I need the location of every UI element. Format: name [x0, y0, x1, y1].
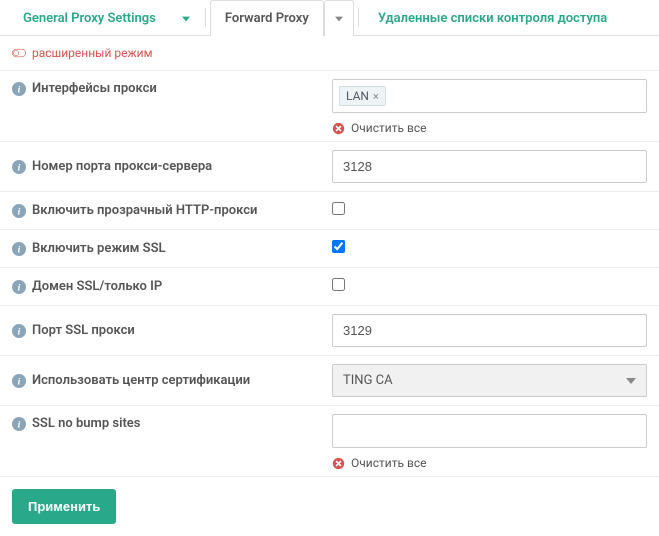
- info-icon[interactable]: i: [12, 242, 26, 256]
- tab-separator: [205, 8, 206, 27]
- ssl-domain-ip-checkbox[interactable]: [332, 278, 345, 291]
- tab-forward-proxy[interactable]: Forward Proxy: [210, 0, 324, 36]
- label-proxy-port: i Номер порта прокси-сервера: [0, 142, 320, 191]
- svg-text:i: i: [18, 206, 21, 217]
- svg-text:i: i: [18, 419, 21, 430]
- advanced-mode-label: расширенный режим: [32, 46, 152, 60]
- tab-separator: [358, 8, 359, 27]
- svg-text:i: i: [18, 282, 21, 293]
- row-ca: i Использовать центр сертификации TING C…: [0, 356, 659, 406]
- tab-remote-acl[interactable]: Удаленные списки контроля доступа: [363, 0, 622, 36]
- label-ssl-domain-ip: i Домен SSL/только IP: [0, 268, 320, 305]
- toggle-off-icon: [12, 46, 26, 60]
- tab-bar: General Proxy Settings Forward Proxy Уда…: [0, 0, 659, 36]
- label-proxy-interfaces: i Интерфейсы прокси: [0, 71, 320, 106]
- ca-select[interactable]: TING CA: [332, 364, 647, 397]
- ca-select-value: TING CA: [343, 373, 393, 388]
- token-remove-icon[interactable]: ×: [373, 90, 379, 103]
- enable-ssl-checkbox[interactable]: [332, 240, 345, 253]
- clear-interfaces[interactable]: Очистить все: [332, 121, 647, 135]
- clear-nobump[interactable]: Очистить все: [332, 456, 647, 470]
- apply-button[interactable]: Применить: [12, 489, 116, 524]
- info-icon[interactable]: i: [12, 204, 26, 218]
- info-icon[interactable]: i: [12, 417, 26, 431]
- info-icon[interactable]: i: [12, 324, 26, 338]
- settings-form: i Интерфейсы прокси LAN × Очистить все i…: [0, 71, 659, 477]
- ssl-port-input[interactable]: [332, 314, 647, 347]
- svg-text:i: i: [18, 244, 21, 255]
- tab-general-caret[interactable]: [171, 0, 201, 36]
- label-ca: i Использовать центр сертификации: [0, 356, 320, 405]
- advanced-mode-toggle[interactable]: расширенный режим: [0, 36, 659, 71]
- tab-forward-caret[interactable]: [324, 0, 354, 36]
- svg-text:i: i: [18, 326, 21, 337]
- form-footer: Применить: [0, 477, 659, 536]
- row-proxy-interfaces: i Интерфейсы прокси LAN × Очистить все: [0, 71, 659, 142]
- label-transparent-http: i Включить прозрачный HTTP-прокси: [0, 192, 320, 229]
- transparent-http-checkbox[interactable]: [332, 202, 345, 215]
- info-icon[interactable]: i: [12, 82, 26, 96]
- token-lan: LAN ×: [339, 86, 386, 106]
- caret-down-icon: [182, 15, 190, 23]
- info-icon[interactable]: i: [12, 374, 26, 388]
- info-icon[interactable]: i: [12, 280, 26, 294]
- clear-icon: [332, 122, 345, 135]
- clear-icon: [332, 457, 345, 470]
- row-nobump: i SSL no bump sites Очистить все: [0, 406, 659, 477]
- caret-down-icon: [626, 376, 636, 386]
- row-proxy-port: i Номер порта прокси-сервера: [0, 142, 659, 192]
- proxy-port-input[interactable]: [332, 150, 647, 183]
- label-enable-ssl: i Включить режим SSL: [0, 230, 320, 267]
- svg-text:i: i: [18, 84, 21, 95]
- row-transparent-http: i Включить прозрачный HTTP-прокси: [0, 192, 659, 230]
- label-ssl-port: i Порт SSL прокси: [0, 306, 320, 355]
- svg-text:i: i: [18, 162, 21, 173]
- row-enable-ssl: i Включить режим SSL: [0, 230, 659, 268]
- tab-general-proxy-settings[interactable]: General Proxy Settings: [8, 0, 171, 36]
- row-ssl-domain-ip: i Домен SSL/только IP: [0, 268, 659, 306]
- caret-down-icon: [335, 15, 343, 23]
- info-icon[interactable]: i: [12, 160, 26, 174]
- nobump-input[interactable]: [332, 414, 647, 448]
- proxy-interfaces-input[interactable]: LAN ×: [332, 79, 647, 113]
- label-nobump: i SSL no bump sites: [0, 406, 320, 441]
- svg-text:i: i: [18, 376, 21, 387]
- row-ssl-port: i Порт SSL прокси: [0, 306, 659, 356]
